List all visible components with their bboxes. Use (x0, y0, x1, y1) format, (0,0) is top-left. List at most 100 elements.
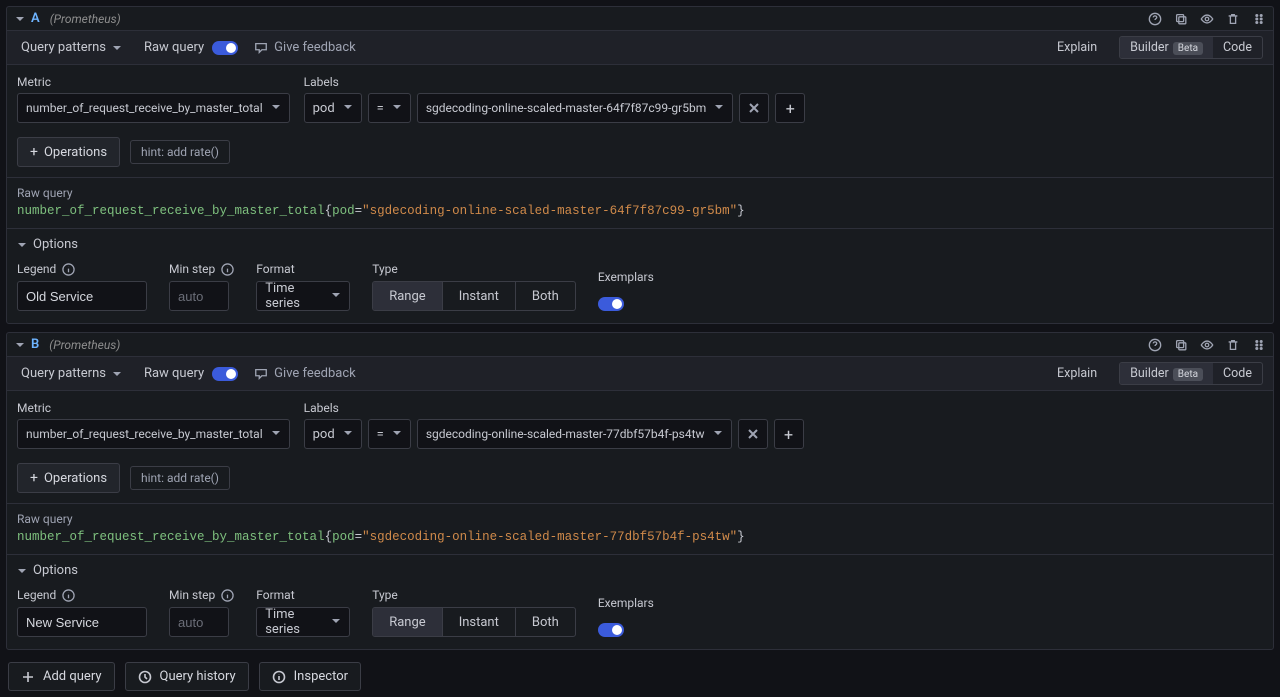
metric-select[interactable]: number_of_request_receive_by_master_tota… (17, 419, 290, 449)
code-mode-button[interactable]: Code (1213, 37, 1262, 58)
operations-button[interactable]: + Operations (17, 137, 120, 167)
minstep-input[interactable] (169, 281, 229, 311)
remove-label-button[interactable] (739, 93, 769, 123)
options-section: Options Legend Min step Format T (7, 228, 1273, 323)
format-select[interactable]: Time series (256, 281, 350, 311)
collapse-icon[interactable] (13, 14, 27, 24)
add-label-button[interactable]: + (775, 93, 805, 123)
copy-icon[interactable] (1173, 11, 1189, 27)
info-icon[interactable] (62, 263, 75, 276)
type-label: Type (372, 588, 398, 602)
query-builder-body: Metric number_of_request_receive_by_mast… (7, 65, 1273, 177)
raw-query-section: Raw query number_of_request_receive_by_m… (7, 503, 1273, 554)
query-block-a: A (Prometheus) Query patterns Raw query … (6, 6, 1274, 324)
type-both-button[interactable]: Both (516, 608, 575, 636)
minstep-label: Min step (169, 262, 215, 276)
explain-button[interactable]: Explain (1049, 37, 1105, 58)
options-heading: Options (33, 563, 78, 578)
type-both-button[interactable]: Both (516, 282, 575, 310)
options-toggle[interactable]: Options (17, 563, 1263, 578)
metric-select[interactable]: number_of_request_receive_by_master_tota… (17, 93, 290, 123)
exemplars-toggle[interactable] (598, 623, 624, 637)
label-operator-select[interactable]: = (368, 93, 411, 123)
chevron-down-icon (343, 101, 353, 116)
label-value-select[interactable]: sgdecoding-online-scaled-master-64f7f87c… (417, 93, 733, 123)
editor-mode-switch: BuilderBeta Code (1119, 362, 1263, 385)
query-ref-letter[interactable]: B (31, 337, 39, 352)
label-value-text: sgdecoding-online-scaled-master-77dbf57b… (426, 427, 705, 441)
chevron-down-icon (343, 427, 353, 442)
drag-handle-icon[interactable] (1251, 337, 1267, 353)
eye-icon[interactable] (1199, 11, 1215, 27)
type-range-button[interactable]: Range (373, 608, 442, 636)
feedback-label: Give feedback (274, 366, 356, 381)
label-operator-select[interactable]: = (368, 419, 411, 449)
builder-mode-button[interactable]: BuilderBeta (1120, 363, 1213, 384)
chevron-down-icon (392, 427, 402, 442)
datasource-label: (Prometheus) (50, 12, 121, 26)
editor-mode-switch: BuilderBeta Code (1119, 36, 1263, 59)
query-ref-letter[interactable]: A (31, 11, 40, 26)
labels-heading: Labels (304, 75, 806, 89)
chevron-down-icon (271, 101, 281, 115)
hint-add-rate-button[interactable]: hint: add rate() (130, 466, 230, 490)
chevron-down-icon (392, 101, 402, 116)
info-icon[interactable] (221, 263, 234, 276)
remove-label-button[interactable] (738, 419, 768, 449)
raw-query-toggle[interactable] (212, 41, 238, 55)
trash-icon[interactable] (1225, 337, 1241, 353)
raw-query-toggle[interactable] (212, 367, 238, 381)
chevron-down-icon (714, 101, 724, 115)
format-select[interactable]: Time series (256, 607, 350, 637)
copy-icon[interactable] (1173, 337, 1189, 353)
drag-handle-icon[interactable] (1251, 11, 1267, 27)
query-history-button[interactable]: Query history (125, 662, 249, 691)
type-instant-button[interactable]: Instant (443, 608, 516, 636)
info-icon[interactable] (221, 589, 234, 602)
hint-add-rate-button[interactable]: hint: add rate() (130, 140, 230, 164)
exemplars-toggle[interactable] (598, 297, 624, 311)
query-patterns-dropdown[interactable]: Query patterns (17, 364, 126, 383)
operations-button[interactable]: + Operations (17, 463, 120, 493)
help-icon[interactable] (1147, 337, 1163, 353)
raw-query-code: number_of_request_receive_by_master_tota… (17, 204, 1263, 218)
query-patterns-label: Query patterns (21, 366, 106, 381)
query-toolbar: Query patterns Raw query Give feedback E… (7, 31, 1273, 65)
legend-input[interactable] (17, 281, 147, 311)
inspector-button[interactable]: Inspector (259, 662, 361, 691)
code-mode-button[interactable]: Code (1213, 363, 1262, 384)
query-header: B (Prometheus) (7, 333, 1273, 357)
label-key-select[interactable]: pod (304, 93, 362, 123)
legend-label: Legend (17, 588, 56, 602)
exemplars-label: Exemplars (598, 596, 654, 610)
metric-value: number_of_request_receive_by_master_tota… (26, 101, 263, 115)
plus-icon: + (30, 470, 38, 486)
format-value: Time series (265, 607, 323, 637)
label-value-select[interactable]: sgdecoding-online-scaled-master-77dbf57b… (417, 419, 732, 449)
add-query-button[interactable]: Add query (8, 662, 115, 691)
chevron-down-icon (713, 427, 723, 441)
give-feedback-button[interactable]: Give feedback (254, 366, 356, 381)
type-instant-button[interactable]: Instant (443, 282, 516, 310)
legend-label: Legend (17, 262, 56, 276)
builder-mode-button[interactable]: BuilderBeta (1120, 37, 1213, 58)
give-feedback-button[interactable]: Give feedback (254, 40, 356, 55)
collapse-icon[interactable] (13, 340, 27, 350)
trash-icon[interactable] (1225, 11, 1241, 27)
feedback-label: Give feedback (274, 40, 356, 55)
type-range-button[interactable]: Range (373, 282, 442, 310)
query-patterns-dropdown[interactable]: Query patterns (17, 38, 126, 57)
help-icon[interactable] (1147, 11, 1163, 27)
explain-button[interactable]: Explain (1049, 363, 1105, 384)
query-builder-body: Metric number_of_request_receive_by_mast… (7, 391, 1273, 503)
chevron-down-icon (331, 289, 341, 304)
raw-query-label: Raw query (144, 366, 204, 381)
metric-heading: Metric (17, 75, 290, 89)
legend-input[interactable] (17, 607, 147, 637)
eye-icon[interactable] (1199, 337, 1215, 353)
label-key-select[interactable]: pod (304, 419, 362, 449)
info-icon[interactable] (62, 589, 75, 602)
add-label-button[interactable]: + (774, 419, 804, 449)
minstep-input[interactable] (169, 607, 229, 637)
options-toggle[interactable]: Options (17, 237, 1263, 252)
